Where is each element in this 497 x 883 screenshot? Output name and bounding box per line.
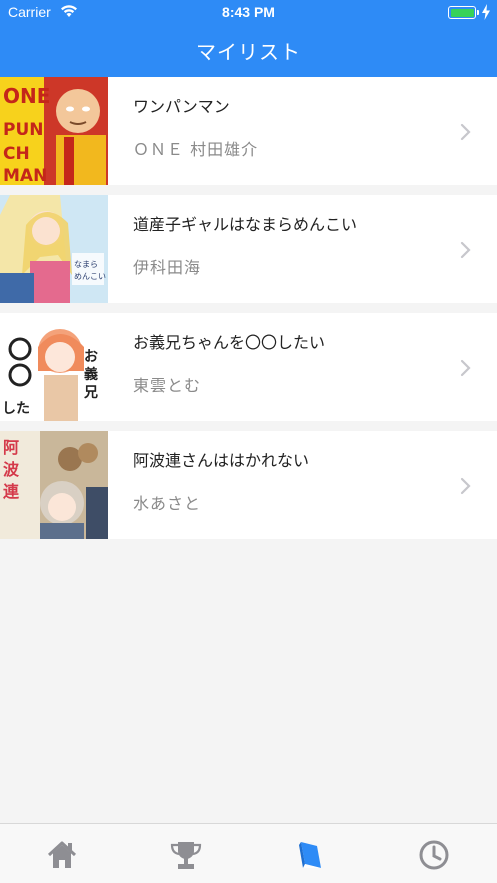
clock-icon: [419, 840, 449, 870]
chevron-right-icon: [460, 123, 471, 141]
chevron-right-icon: [460, 477, 471, 495]
manga-author: 伊科田海: [133, 258, 202, 277]
dosanko-gal-cover: なまら めんこい: [0, 195, 108, 303]
svg-text:なまら: なまら: [74, 260, 98, 269]
page-title: マイリスト: [196, 40, 301, 64]
tab-mylist[interactable]: [293, 838, 327, 872]
list-item[interactable]: ONE PUN CH MAN ワンパンマン ＯＮＥ 村田雄介: [0, 77, 497, 185]
manga-title: 道産子ギャルはなまらめんこい: [133, 215, 358, 234]
svg-text:MAN: MAN: [3, 166, 47, 185]
svg-text:義: 義: [84, 366, 98, 383]
book-icon: [299, 842, 321, 868]
list-item[interactable]: した お 義 兄 お義兄ちゃんを〇〇したい 東雲とむ: [0, 313, 497, 421]
list-item[interactable]: なまら めんこい 道産子ギャルはなまらめんこい 伊科田海: [0, 195, 497, 303]
oniichan-cover: した お 義 兄: [0, 313, 108, 421]
chevron-right-icon: [460, 241, 471, 259]
status-time: 8:43 PM: [222, 4, 275, 20]
chevron-right-icon: [460, 359, 471, 377]
one-punch-man-cover: ONE PUN CH MAN: [0, 77, 108, 185]
svg-text:波: 波: [3, 460, 20, 479]
svg-text:めんこい: めんこい: [74, 272, 106, 281]
status-bar: Carrier 8:43 PM: [0, 0, 497, 26]
svg-text:PUN: PUN: [3, 120, 44, 140]
svg-text:した: した: [2, 401, 30, 417]
tab-bar: [0, 823, 497, 883]
app-root: Carrier 8:43 PM マイリスト ONE PUN CH MAN ワンパ…: [0, 0, 497, 883]
battery-tip: [477, 10, 479, 15]
svg-text:兄: 兄: [83, 385, 98, 401]
trophy-icon: [170, 842, 202, 869]
manga-title: お義兄ちゃんを〇〇したい: [133, 333, 326, 352]
manga-list: ONE PUN CH MAN ワンパンマン ＯＮＥ 村田雄介 なまら めんこい …: [0, 77, 497, 549]
svg-text:阿: 阿: [3, 438, 19, 457]
battery-level: [450, 8, 474, 17]
home-icon: [47, 841, 77, 868]
list-item[interactable]: 阿 波 連 阿波連さんははかれない 水あさと: [0, 431, 497, 539]
manga-author: 水あさと: [133, 494, 202, 513]
svg-text:ONE: ONE: [3, 84, 50, 108]
aharen-san-cover: 阿 波 連: [0, 431, 108, 539]
tab-home[interactable]: [45, 838, 79, 872]
manga-author: ＯＮＥ 村田雄介: [133, 140, 259, 159]
tab-history[interactable]: [417, 838, 451, 872]
manga-author: 東雲とむ: [133, 376, 202, 395]
tab-ranking[interactable]: [169, 838, 203, 872]
svg-text:CH: CH: [3, 144, 30, 164]
charging-bolt-icon: [482, 4, 490, 20]
navigation-header: Carrier 8:43 PM マイリスト: [0, 0, 497, 77]
battery-icon: [448, 6, 476, 19]
manga-title: ワンパンマン: [133, 97, 230, 116]
svg-text:連: 連: [3, 482, 20, 501]
manga-title: 阿波連さんははかれない: [133, 451, 310, 470]
svg-text:お: お: [84, 349, 98, 365]
